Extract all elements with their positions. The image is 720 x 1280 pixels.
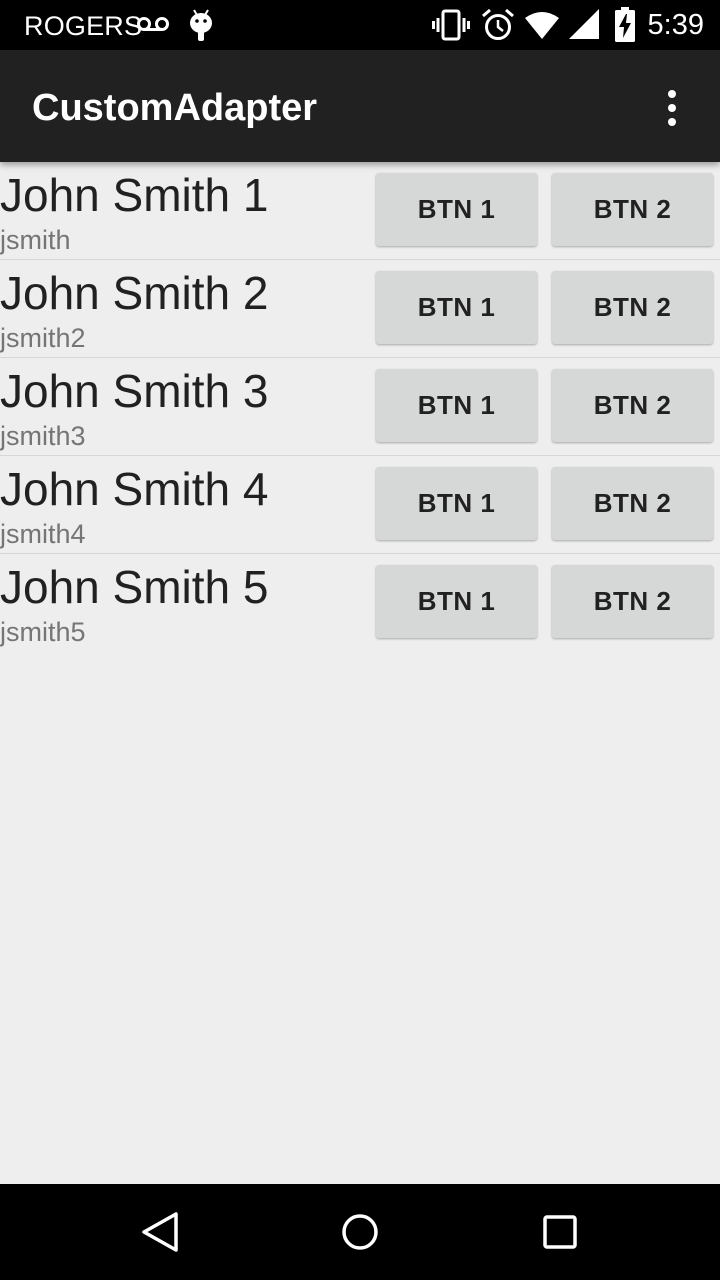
user-name: John Smith 4 [0, 463, 269, 515]
btn-2-button[interactable]: BTN 2 [552, 467, 713, 540]
btn-2-button[interactable]: BTN 2 [552, 271, 713, 344]
vibrate-icon [432, 9, 470, 41]
back-icon[interactable] [132, 1204, 188, 1260]
user-username: jsmith4 [0, 519, 86, 549]
btn-1-button[interactable]: BTN 1 [376, 369, 537, 442]
btn-1-button[interactable]: BTN 1 [376, 565, 537, 638]
btn-1-button[interactable]: BTN 1 [376, 271, 537, 344]
overflow-menu-button[interactable] [648, 86, 696, 130]
user-username: jsmith2 [0, 323, 86, 353]
user-name: John Smith 3 [0, 365, 269, 417]
recents-icon[interactable] [532, 1204, 588, 1260]
user-username: jsmith5 [0, 617, 86, 647]
btn-2-button[interactable]: BTN 2 [552, 565, 713, 638]
user-name: John Smith 2 [0, 267, 269, 319]
btn-1-button[interactable]: BTN 1 [376, 467, 537, 540]
alarm-icon [482, 8, 514, 40]
app-bar: CustomAdapter [0, 50, 720, 162]
user-name: John Smith 5 [0, 561, 269, 613]
signal-icon [569, 9, 599, 39]
android-icon [190, 9, 212, 41]
battery-charging-icon [615, 7, 635, 42]
list-item: John Smith 1 jsmith BTN 1 BTN 2 [0, 162, 720, 260]
status-bar: ROGERS 5:39 [0, 0, 720, 50]
carrier-name: ROGERS [24, 11, 143, 41]
user-username: jsmith3 [0, 421, 86, 451]
user-username: jsmith [0, 225, 71, 255]
user-name: John Smith 1 [0, 169, 269, 221]
list-item: John Smith 2 jsmith2 BTN 1 BTN 2 [0, 260, 720, 358]
list-item: John Smith 4 jsmith4 BTN 1 BTN 2 [0, 456, 720, 554]
home-icon[interactable] [332, 1204, 388, 1260]
btn-2-button[interactable]: BTN 2 [552, 173, 713, 246]
wifi-icon [525, 12, 559, 39]
status-clock: 5:39 [647, 9, 704, 41]
list-item: John Smith 3 jsmith3 BTN 1 BTN 2 [0, 358, 720, 456]
btn-2-button[interactable]: BTN 2 [552, 369, 713, 442]
btn-1-button[interactable]: BTN 1 [376, 173, 537, 246]
user-list: John Smith 1 jsmith BTN 1 BTN 2 John Smi… [0, 162, 720, 651]
voicemail-icon [137, 17, 169, 31]
app-title: CustomAdapter [32, 87, 318, 129]
list-item: John Smith 5 jsmith5 BTN 1 BTN 2 [0, 554, 720, 651]
navigation-bar [0, 1184, 720, 1280]
